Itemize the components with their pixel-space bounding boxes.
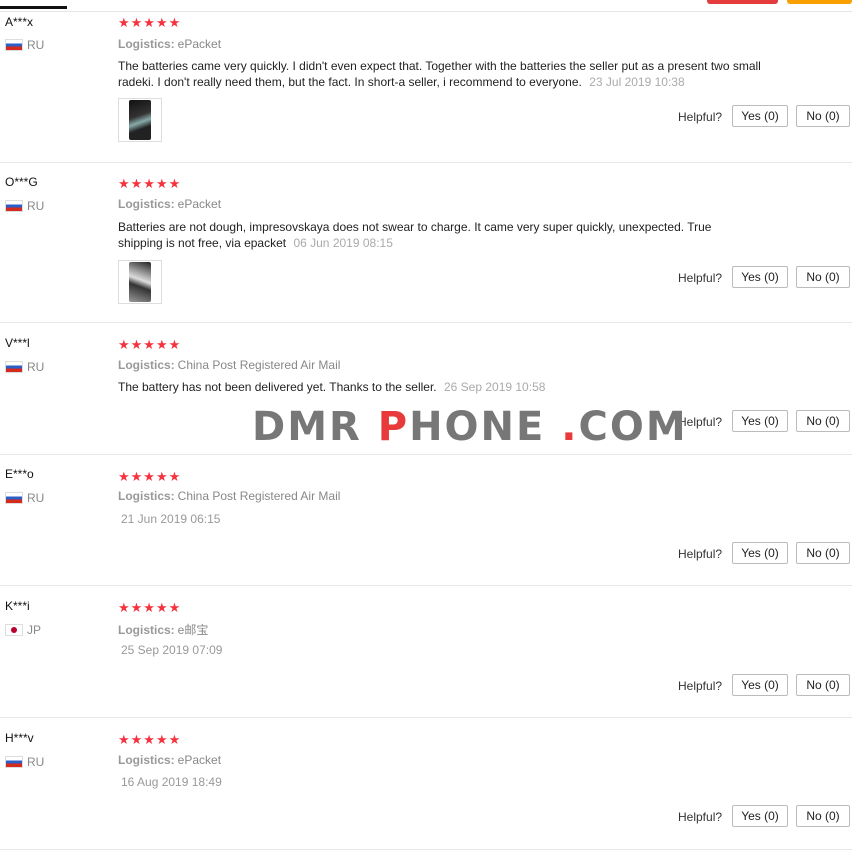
helpful-no-button[interactable]: No (0): [796, 105, 850, 127]
logistics-label: Logistics:: [118, 197, 175, 211]
logistics-label: Logistics:: [118, 623, 175, 637]
logistics-value: ePacket: [177, 37, 222, 51]
review-date: 26 Sep 2019 10:58: [443, 380, 546, 394]
review-date: 06 Jun 2019 08:15: [293, 236, 393, 250]
logistics-value: China Post Registered Air Mail: [177, 489, 341, 503]
watermark-part: HONE: [409, 404, 562, 450]
logistics-label: Logistics:: [118, 37, 175, 51]
review-item: H***v RU ★★★★★ Logistics: ePacket 16 Aug …: [0, 718, 852, 850]
logistics-value: ePacket: [177, 753, 222, 767]
country-code: RU: [27, 491, 45, 505]
reviewer-country: RU: [5, 360, 44, 374]
logistics-value: e邮宝: [177, 623, 209, 637]
logistics-info: Logistics: ePacket: [118, 197, 221, 211]
helpful-label: Helpful?: [678, 679, 723, 693]
logistics-info: Logistics: ePacket: [118, 37, 221, 51]
country-code: JP: [27, 623, 42, 637]
reviewer-name: E***o: [5, 467, 34, 481]
helpful-label: Helpful?: [678, 810, 723, 824]
country-code: RU: [27, 755, 45, 769]
watermark-part: COM: [578, 404, 688, 450]
russia-flag-icon: [5, 361, 23, 373]
helpful-no-button[interactable]: No (0): [796, 674, 850, 696]
logistics-info: Logistics: China Post Registered Air Mail: [118, 358, 340, 372]
review-text: The batteries came very quickly. I didn'…: [118, 58, 778, 90]
review-date: 16 Aug 2019 18:49: [121, 775, 222, 789]
review-date: 21 Jun 2019 06:15: [121, 512, 221, 526]
logistics-info: Logistics: ePacket: [118, 753, 221, 767]
helpful-label: Helpful?: [678, 547, 723, 561]
logistics-label: Logistics:: [118, 358, 175, 372]
rating-stars: ★★★★★: [118, 600, 182, 615]
helpful-yes-button[interactable]: Yes (0): [732, 542, 788, 564]
reviewer-country: RU: [5, 755, 44, 769]
review-photo[interactable]: [118, 98, 162, 142]
rating-stars: ★★★★★: [118, 15, 182, 30]
logistics-info: Logistics: China Post Registered Air Mail: [118, 489, 340, 503]
rating-stars: ★★★★★: [118, 337, 182, 352]
buy-now-button[interactable]: [787, 0, 852, 4]
helpful-no-button[interactable]: No (0): [796, 410, 850, 432]
logistics-label: Logistics:: [118, 489, 175, 503]
helpful-yes-button[interactable]: Yes (0): [732, 805, 788, 827]
logistics-value: ePacket: [177, 197, 222, 211]
helpful-yes-button[interactable]: Yes (0): [732, 410, 788, 432]
logistics-label: Logistics:: [118, 753, 175, 767]
helpful-label: Helpful?: [678, 110, 723, 124]
helpful-no-button[interactable]: No (0): [796, 266, 850, 288]
add-to-cart-button[interactable]: [707, 0, 778, 4]
russia-flag-icon: [5, 200, 23, 212]
review-item: A***x RU ★★★★★ Logistics: ePacket The bat…: [0, 12, 852, 163]
review-text: Batteries are not dough, impresovskaya d…: [118, 219, 758, 251]
watermark-accent: P: [377, 404, 410, 450]
helpful-no-button[interactable]: No (0): [796, 805, 850, 827]
top-bar: [0, 0, 852, 12]
japan-flag-icon: [5, 624, 23, 636]
review-photo[interactable]: [118, 260, 162, 304]
rating-stars: ★★★★★: [118, 732, 182, 747]
reviewer-country: RU: [5, 491, 44, 505]
review-item: K***i JP ★★★★★ Logistics: e邮宝 25 Sep 2019…: [0, 586, 852, 718]
russia-flag-icon: [5, 492, 23, 504]
watermark-accent: .: [561, 404, 579, 450]
reviewer-country: JP: [5, 623, 41, 637]
reviewer-name: A***x: [5, 15, 34, 29]
reviewer-country: RU: [5, 199, 44, 213]
country-code: RU: [27, 38, 45, 52]
logistics-info: Logistics: e邮宝: [118, 621, 208, 638]
review-item: E***o RU ★★★★★ Logistics: China Post Regi…: [0, 455, 852, 586]
helpful-label: Helpful?: [678, 271, 723, 285]
watermark-part: DMR: [252, 404, 378, 450]
russia-flag-icon: [5, 756, 23, 768]
photo-thumbnail: [129, 100, 151, 140]
review-body: Batteries are not dough, impresovskaya d…: [118, 220, 712, 250]
rating-stars: ★★★★★: [118, 176, 182, 191]
country-code: RU: [27, 360, 45, 374]
review-body: The battery has not been delivered yet. …: [118, 380, 437, 394]
review-text: The battery has not been delivered yet. …: [118, 379, 778, 395]
rating-stars: ★★★★★: [118, 469, 182, 484]
review-item: O***G RU ★★★★★ Logistics: ePacket Batteri…: [0, 163, 852, 323]
review-date: 25 Sep 2019 07:09: [121, 643, 223, 657]
helpful-yes-button[interactable]: Yes (0): [732, 674, 788, 696]
review-date: 23 Jul 2019 10:38: [589, 75, 685, 89]
helpful-no-button[interactable]: No (0): [796, 542, 850, 564]
reviewer-name: K***i: [5, 599, 30, 613]
helpful-yes-button[interactable]: Yes (0): [732, 266, 788, 288]
logistics-value: China Post Registered Air Mail: [177, 358, 341, 372]
reviewer-name: V***l: [5, 336, 30, 350]
russia-flag-icon: [5, 39, 23, 51]
helpful-yes-button[interactable]: Yes (0): [732, 105, 788, 127]
watermark-logo: DMR PHONE .COM: [252, 404, 688, 450]
reviewer-country: RU: [5, 38, 44, 52]
reviewer-name: O***G: [5, 175, 38, 189]
photo-thumbnail: [129, 262, 151, 302]
reviewer-name: H***v: [5, 731, 34, 745]
active-tab-indicator: [0, 6, 67, 9]
country-code: RU: [27, 199, 45, 213]
